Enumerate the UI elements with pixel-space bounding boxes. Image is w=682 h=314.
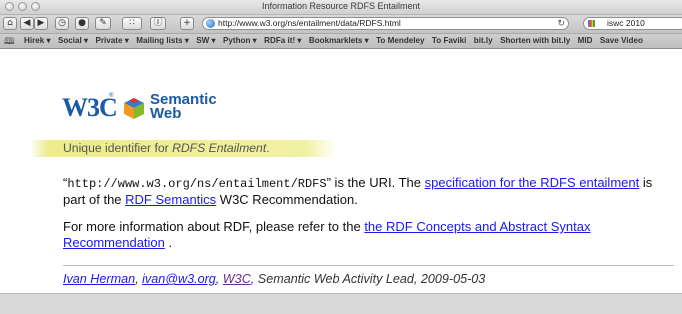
bookmark-item[interactable]: Save Video [600,34,643,48]
status-bar [0,293,682,314]
bookmark-item[interactable]: Shorten with bit.ly [500,34,570,48]
footer-divider [63,265,674,266]
bookmark-item[interactable]: Python ▾ [223,34,257,48]
semantic-web-logo-text: Semantic Web [150,92,217,122]
w3c-link[interactable]: W3C [223,272,251,286]
uri-text: is the URI. The [330,175,425,190]
bookmarks-book-icon[interactable]: 🕮 [4,36,15,46]
uri-paragraph: “http://www.w3.org/ns/entailment/RDFS” i… [63,175,675,208]
footer-role-date: , Semantic Web Activity Lead, 2009-05-03 [250,272,486,286]
author-link[interactable]: Ivan Herman [63,272,135,286]
recommendation-text: W3C Recommendation. [216,192,358,207]
grid-icon[interactable]: ∷ [122,17,142,30]
back-icon[interactable]: ◀ [20,17,34,30]
identifier-suffix: . [266,141,270,155]
bookmark-item[interactable]: To Mendeley [376,34,424,48]
address-bar[interactable]: http://www.w3.org/ns/entailment/data/RDF… [202,17,569,30]
more-info-end: . [164,235,173,250]
home-icon[interactable]: ⌂ [3,17,17,30]
window-titlebar: Information Resource RDFS Entailment [0,0,682,15]
reload-icon[interactable]: ↻ [557,18,565,29]
globe-icon [206,19,215,28]
bookmarks-list: Hirek ▾ Social ▾ Private ▾ Mailing lists ▾ S… [24,34,650,48]
registered-mark: ® [109,93,114,99]
email-link[interactable]: ivan@w3.org [142,272,216,286]
bookmark-item[interactable]: Private ▾ [96,34,129,48]
stop-icon[interactable]: ● [75,17,89,30]
add-bookmark-icon[interactable]: + [180,17,194,30]
spec-rdfs-entailment-link[interactable]: specification for the RDFS entailment [425,175,640,190]
identifier-emphasis: RDFS Entailment [172,141,267,155]
address-input[interactable]: http://www.w3.org/ns/entailment/data/RDF… [218,18,401,29]
search-field[interactable]: iswc 2010 [583,17,682,30]
window-title: Information Resource RDFS Entailment [261,1,421,11]
google-icon [588,20,595,27]
bookmark-item[interactable]: bit.ly [474,34,493,48]
forward-icon[interactable]: ▶ [34,17,48,30]
bookmark-item[interactable]: Hirek ▾ [24,34,51,48]
more-info-text: For more information about RDF, please r… [63,219,365,234]
search-input[interactable]: iswc 2010 [607,18,645,29]
bookmarks-bar: 🕮 Hirek ▾ Social ▾ Private ▾ Mailing lists … [0,34,682,49]
bookmark-item[interactable]: SW ▾ [196,34,215,48]
bookmark-item[interactable]: Social ▾ [58,34,88,48]
entailment-uri: http://www.w3.org/ns/entailment/RDFS [67,177,327,191]
identifier-prefix: Unique identifier for [63,141,173,155]
more-info-paragraph: For more information about RDF, please r… [63,219,675,251]
bookmark-item[interactable]: RDFa it! ▾ [264,34,301,48]
w3c-semantic-web-logo[interactable]: W3C ® Semantic Web [62,92,232,123]
bookmark-item[interactable]: To Faviki [432,34,466,48]
semantic-web-cube-icon [124,98,144,119]
rdf-semantics-link[interactable]: RDF Semantics [125,192,216,207]
bookmark-item[interactable]: MID [578,34,593,48]
edit-icon[interactable]: ✎ [95,17,111,30]
page-footer: Ivan Herman, ivan@w3.org, W3C, Semantic … [63,271,485,287]
footer-separator: , [215,272,223,286]
logo-line-web: Web [150,105,182,122]
history-icon[interactable]: ◷ [55,17,69,30]
bookmark-item[interactable]: Mailing lists ▾ [136,34,189,48]
bookmark-item[interactable]: Bookmarklets ▾ [309,34,369,48]
unique-identifier-heading: Unique identifier for RDFS Entailment. [63,141,270,156]
info-icon[interactable]: Ⓘ [150,17,166,30]
browser-toolbar: ⌂ ◀ ▶ ◷ ● ✎ ∷ Ⓘ + http://www.w3.org/ns/e… [0,15,682,34]
page-content: W3C ® Semantic Web Unique identifier for… [0,49,682,293]
